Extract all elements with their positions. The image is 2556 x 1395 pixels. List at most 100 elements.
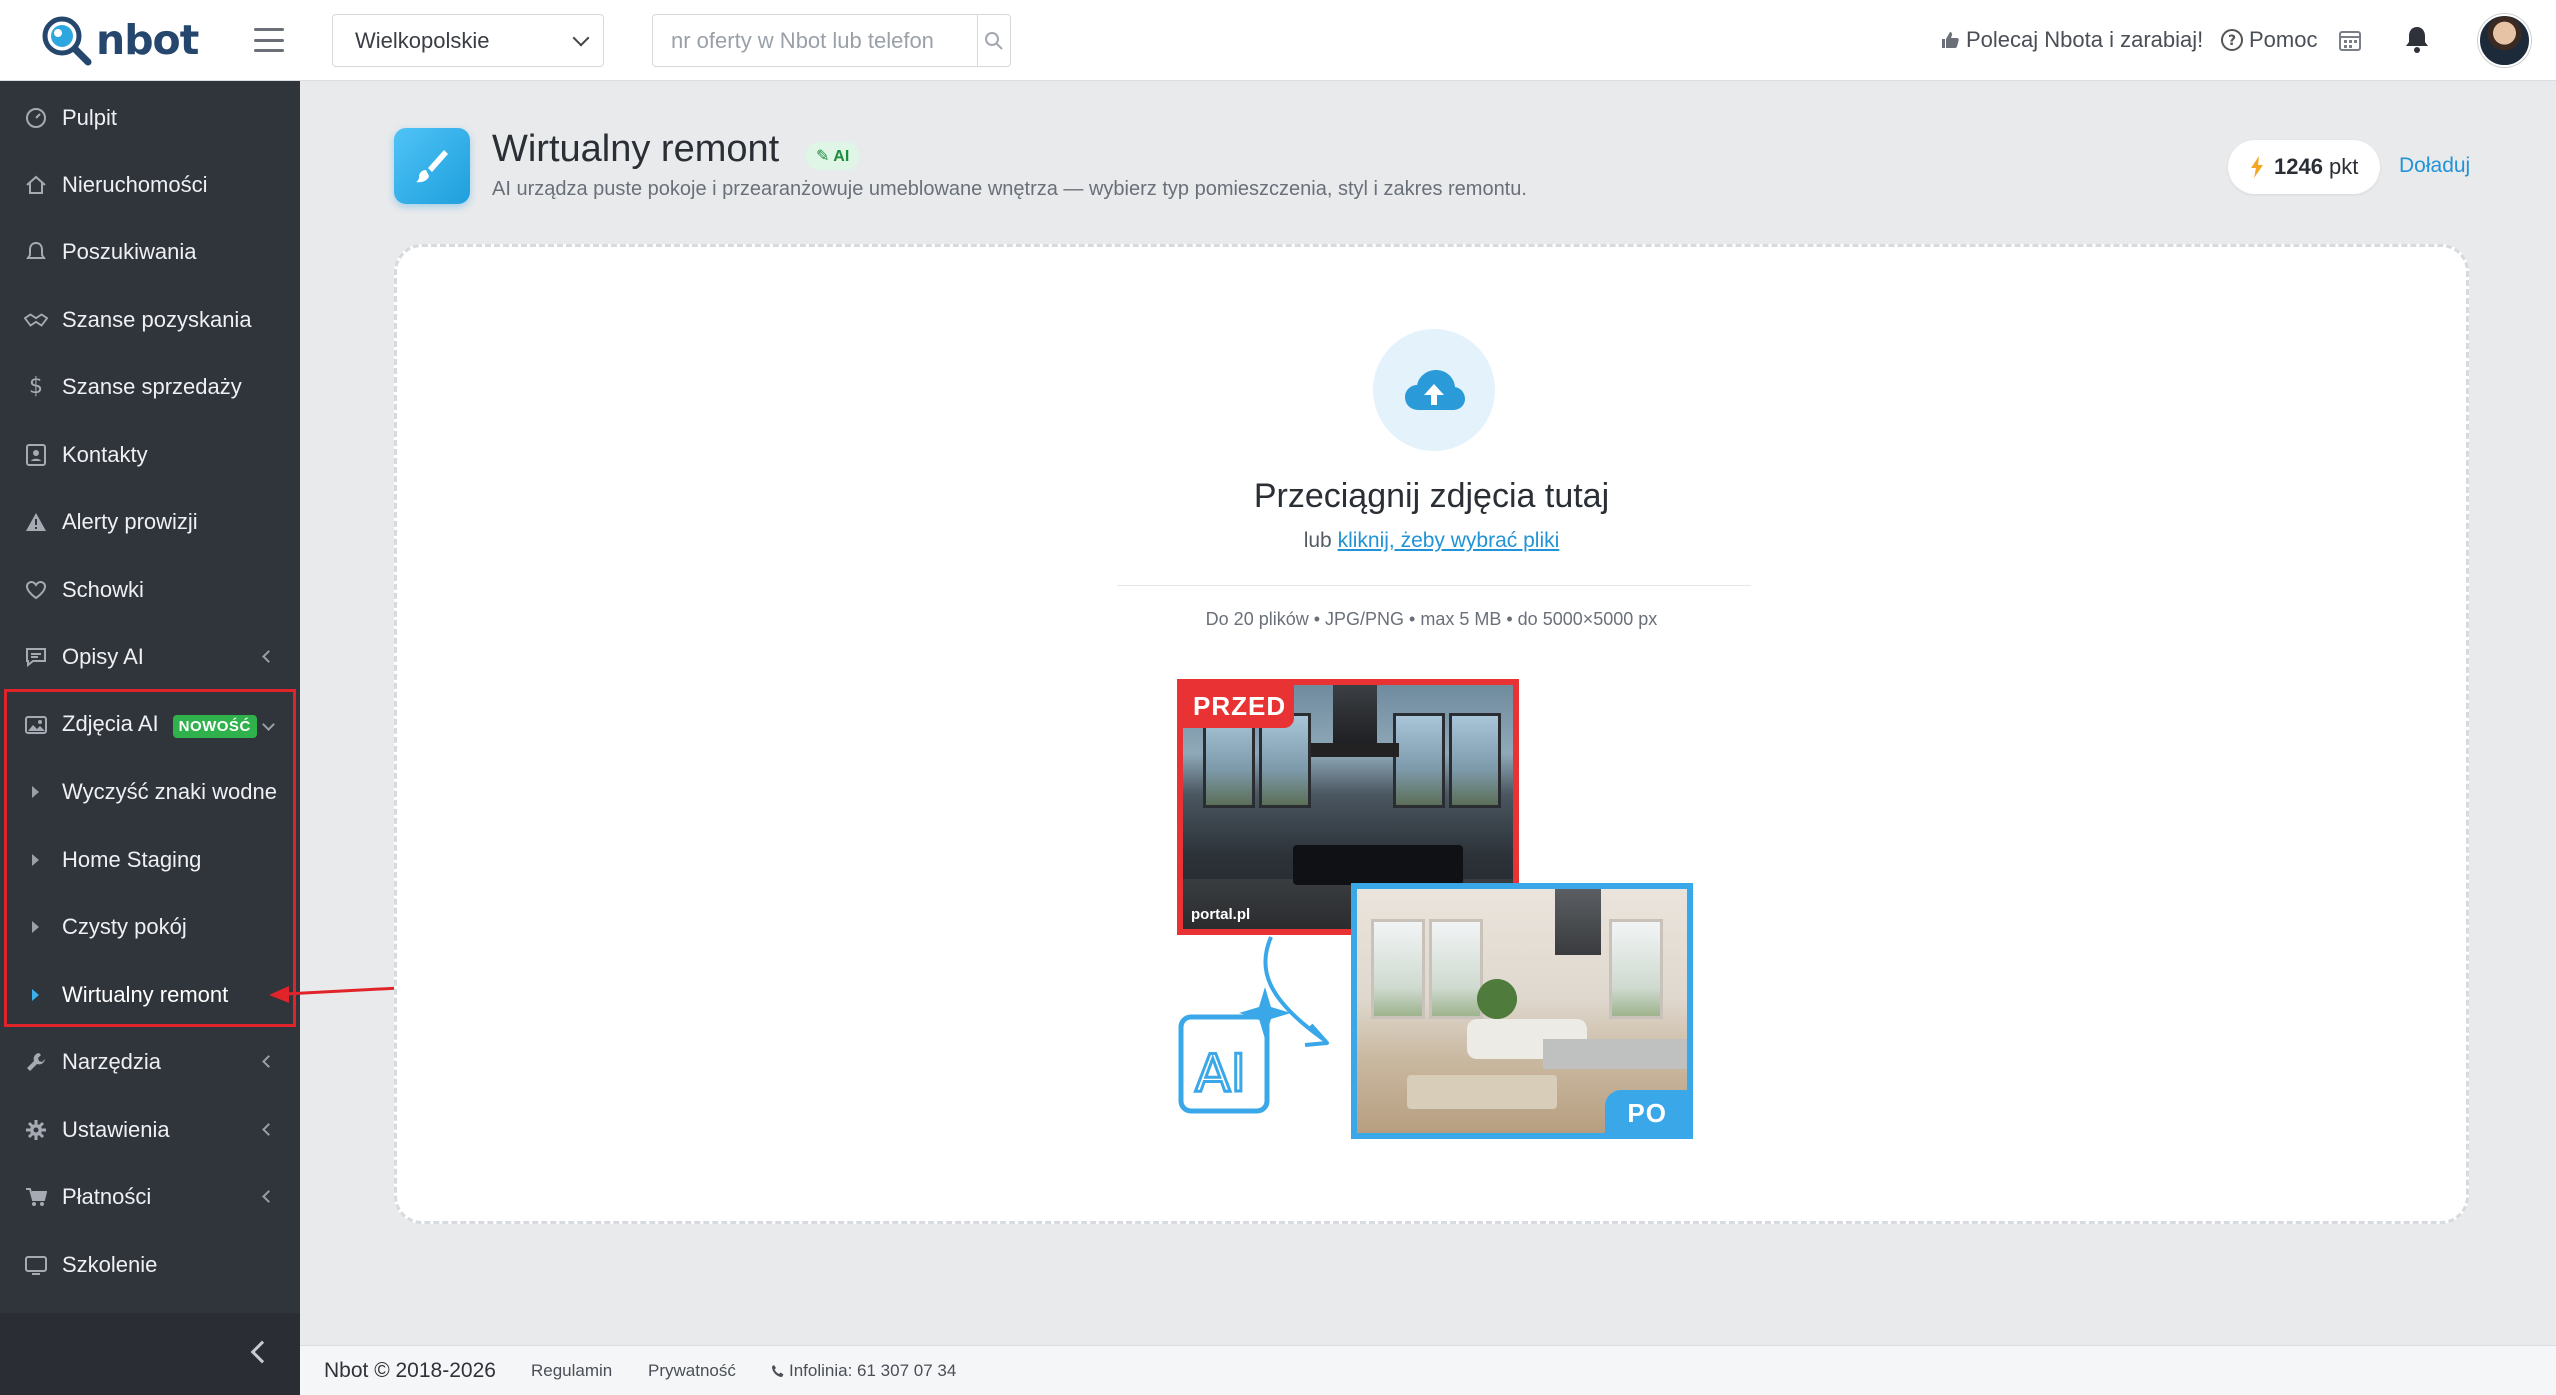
sidebar-subitem-label: Wirtualny remont [62, 981, 229, 1007]
hotline-text: Infolinia: 61 307 07 34 [789, 1360, 957, 1380]
page-subtitle: AI urządza puste pokoje i przearanżowuje… [492, 178, 1527, 200]
help-link[interactable]: ? Pomoc [2220, 27, 2317, 53]
sidebar-item-label-wrap: Zdjęcia AI NOWOŚĆ [62, 711, 257, 738]
footer: Nbot © 2018-2026 Regulamin Prywatność In… [300, 1345, 2556, 1395]
sidebar-item-label: Pulpit [62, 104, 118, 130]
contact-card-icon [24, 443, 48, 467]
sidebar-item-label: Nieruchomości [62, 171, 208, 197]
help-label: Pomoc [2249, 27, 2318, 52]
ai-badge-label: AI [833, 148, 850, 165]
sidebar-subitem-czysty-pokoj[interactable]: Czysty pokój [0, 893, 300, 960]
warning-icon [24, 510, 48, 534]
recommend-link[interactable]: Polecaj Nbota i zarabiaj! [1940, 27, 2203, 53]
caret-right-icon [32, 988, 39, 1001]
calendar-icon[interactable] [2338, 28, 2362, 57]
menu-toggle-icon[interactable] [254, 28, 284, 52]
cloud-upload-icon [1373, 329, 1495, 451]
question-circle-icon: ? [2221, 29, 2243, 51]
sidebar: Pulpit Nieruchomości Poszukiwania Szanse… [0, 81, 300, 1395]
sidebar-item-label: Szanse sprzedaży [62, 373, 242, 399]
sidebar-subitem-home-staging[interactable]: Home Staging [0, 826, 300, 893]
sidebar-item-poszukiwania[interactable]: Poszukiwania [0, 218, 300, 285]
sidebar-item-label: Alerty prowizji [62, 508, 198, 534]
phone-icon [772, 1364, 784, 1377]
sidebar-subitem-label: Home Staging [62, 846, 202, 872]
dashboard-icon [24, 106, 48, 130]
ai-sparkle-icon: AI [1178, 936, 1329, 1114]
chevron-left-icon [262, 650, 275, 663]
sidebar-item-schowki[interactable]: Schowki [0, 556, 300, 623]
footer-terms-link[interactable]: Regulamin [531, 1361, 612, 1381]
before-after-illustration: PRZED portal.pl AI PO [1177, 679, 1717, 1149]
sidebar-item-nieruchomosci[interactable]: Nieruchomości [0, 151, 300, 218]
bell-icon [24, 240, 48, 264]
sidebar-subitem-wirtualny-remont[interactable]: Wirtualny remont [0, 961, 300, 1028]
dropzone-or-text: lub [1303, 529, 1332, 552]
new-badge: NOWOŚĆ [172, 715, 257, 738]
search-button[interactable] [977, 15, 1010, 66]
chevron-left-icon [262, 1123, 275, 1136]
user-avatar[interactable] [2478, 14, 2531, 67]
offer-search [652, 14, 1011, 67]
sidebar-item-szkolenie[interactable]: Szkolenie [0, 1231, 300, 1298]
thumbs-up-icon [1942, 32, 1959, 48]
after-photo: PO [1351, 883, 1693, 1139]
top-bar: nbot Wielkopolskie Polecaj Nbota i zarab… [0, 0, 2556, 81]
gear-icon [24, 1118, 48, 1142]
sidebar-item-opisy-ai[interactable]: Opisy AI [0, 623, 300, 690]
home-icon [24, 173, 48, 197]
sidebar-item-narzedzia[interactable]: Narzędzia [0, 1028, 300, 1095]
sidebar-item-szanse-sprzedazy[interactable]: $ Szanse sprzedaży [0, 353, 300, 420]
page-title: Wirtualny remont [492, 128, 780, 170]
caret-right-icon [32, 853, 39, 866]
lightning-icon [2251, 156, 2263, 178]
handshake-icon [24, 308, 48, 332]
sidebar-item-label: Płatności [62, 1183, 152, 1209]
footer-copyright: Nbot © 2018-2026 [324, 1358, 496, 1382]
region-select[interactable]: Wielkopolskie [332, 14, 604, 67]
topup-link[interactable]: Doładuj [2399, 154, 2470, 178]
sidebar-subitem-wyczysc-znaki-wodne[interactable]: Wyczyść znaki wodne [0, 758, 300, 825]
caret-right-icon [32, 785, 39, 798]
magic-wand-icon: ✎ [816, 148, 834, 165]
chevron-left-icon [262, 1055, 275, 1068]
divider [1117, 585, 1751, 586]
cart-icon [24, 1185, 48, 1209]
search-icon [985, 31, 1003, 50]
search-input[interactable] [653, 15, 977, 66]
nbot-logo[interactable]: nbot [40, 14, 199, 66]
tv-icon [24, 1253, 48, 1277]
footer-hotline[interactable]: Infolinia: 61 307 07 34 [771, 1361, 956, 1381]
after-label: PO [1605, 1090, 1687, 1133]
sidebar-item-label: Kontakty [62, 441, 148, 467]
sidebar-item-alerty-prowizji[interactable]: Alerty prowizji [0, 488, 300, 555]
notifications-bell-icon[interactable] [2404, 25, 2430, 58]
ai-badge: ✎ AI [806, 142, 860, 170]
collapse-sidebar-icon[interactable] [250, 1340, 274, 1364]
comment-icon [24, 645, 48, 669]
sidebar-item-label: Poszukiwania [62, 238, 197, 264]
caret-right-icon [32, 920, 39, 933]
sidebar-subitem-label: Czysty pokój [62, 913, 187, 939]
sidebar-item-ustawienia[interactable]: Ustawienia [0, 1096, 300, 1163]
wrench-icon [24, 1050, 48, 1074]
sidebar-item-zdjecia-ai[interactable]: Zdjęcia AI NOWOŚĆ [0, 691, 300, 758]
chevron-left-icon [262, 1190, 275, 1203]
sidebar-item-platnosci[interactable]: Płatności [0, 1163, 300, 1230]
sidebar-item-kontakty[interactable]: Kontakty [0, 421, 300, 488]
sidebar-item-pulpit[interactable]: Pulpit [0, 84, 300, 151]
region-select-value: Wielkopolskie [355, 27, 490, 53]
sidebar-item-label: Szkolenie [62, 1251, 158, 1277]
chevron-down-icon [572, 29, 590, 47]
svg-text:?: ? [2228, 33, 2236, 49]
footer-privacy-link[interactable]: Prywatność [648, 1361, 736, 1381]
points-value: 1246 [2274, 154, 2323, 179]
dollar-icon: $ [29, 374, 43, 399]
sidebar-item-szanse-pozyskania[interactable]: Szanse pozyskania [0, 286, 300, 353]
choose-files-link[interactable]: kliknij, żeby wybrać pliki [1338, 529, 1560, 552]
sidebar-item-label: Szanse pozyskania [62, 306, 252, 332]
image-icon [24, 713, 48, 737]
points-balance: 1246 pkt [2228, 140, 2381, 194]
upload-limits: Do 20 plików • JPG/PNG • max 5 MB • do 5… [1205, 609, 1658, 629]
upload-dropzone[interactable]: Przeciągnij zdjęcia tutaj lub kliknij, ż… [394, 244, 2469, 1224]
